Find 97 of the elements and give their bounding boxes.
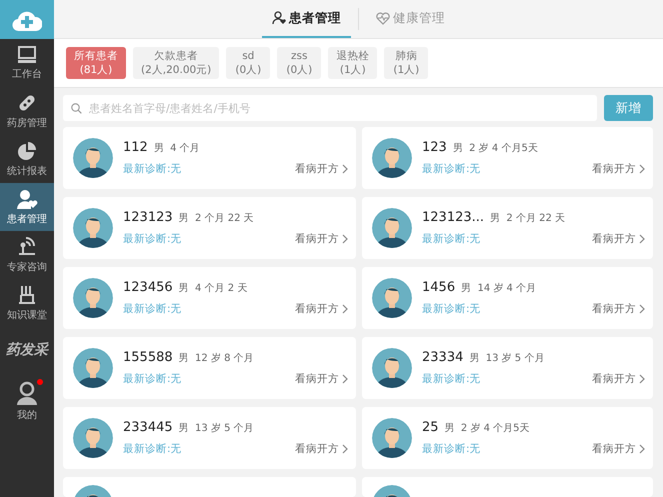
patient-name: 25	[422, 420, 439, 435]
patient-name: 112	[123, 140, 148, 155]
patient-card[interactable]: 123123 男 2 个月 22 天 最新诊断:无 看病开方	[63, 197, 356, 259]
patient-card[interactable]	[362, 477, 653, 497]
prescribe-link[interactable]: 看病开方	[295, 162, 348, 176]
search-field[interactable]: 患者姓名首字母/患者姓名/手机号	[63, 95, 597, 121]
patient-card[interactable]: 123456 男 4 个月 2 天 最新诊断:无 看病开方	[63, 267, 356, 329]
filter-chip[interactable]: 肺病 (1人)	[384, 47, 428, 80]
filter-chip[interactable]: 退热栓 (1人)	[328, 47, 378, 80]
avatar-icon	[73, 138, 113, 178]
patient-card[interactable]: 23334 男 13 岁 5 个月 最新诊断:无 看病开方	[362, 337, 653, 399]
patient-card[interactable]: 155588 男 12 岁 8 个月 最新诊断:无 看病开方	[63, 337, 356, 399]
filter-chip[interactable]: sd (0人)	[226, 47, 270, 80]
latest-diagnosis: 最新诊断:无	[123, 442, 182, 456]
patient-name: 233445	[123, 420, 173, 435]
person-heart-icon	[272, 11, 286, 26]
latest-diagnosis: 最新诊断:无	[123, 162, 182, 176]
chevron-right-icon	[639, 374, 645, 384]
latest-diagnosis: 最新诊断:无	[422, 232, 481, 246]
search-icon	[71, 102, 82, 114]
avatar-icon	[372, 138, 412, 178]
chevron-right-icon	[342, 444, 348, 454]
chevron-right-icon	[342, 304, 348, 314]
patient-name: 1456	[422, 280, 456, 295]
sidebar-item[interactable]: 药房管理	[0, 87, 54, 135]
sidebar-item[interactable]: 患者管理	[0, 183, 54, 231]
patient-info: 男 2 岁 4 个月5天	[444, 422, 530, 435]
latest-diagnosis: 最新诊断:无	[123, 232, 182, 246]
latest-diagnosis: 最新诊断:无	[422, 372, 481, 386]
latest-diagnosis: 最新诊断:无	[123, 372, 182, 386]
chevron-right-icon	[639, 444, 645, 454]
avatar-icon	[372, 278, 412, 318]
prescribe-link[interactable]: 看病开方	[295, 302, 348, 316]
patient-name: 123123	[123, 210, 173, 225]
monitor-icon	[17, 46, 37, 64]
patient-card[interactable]: 123123... 男 2 个月 22 天 最新诊断:无 看病开方	[362, 197, 653, 259]
patient-name: 155588	[123, 350, 173, 365]
avatar-icon	[372, 208, 412, 248]
patient-name: 123123...	[422, 210, 484, 225]
patient-info: 男 2 个月 22 天	[178, 212, 254, 225]
sidebar-item[interactable]: 统计报表	[0, 135, 54, 183]
prescribe-link[interactable]: 看病开方	[592, 162, 645, 176]
prescribe-link[interactable]: 看病开方	[592, 232, 645, 246]
avatar-icon	[73, 208, 113, 248]
patient-info: 男 13 岁 5 个月	[469, 352, 544, 365]
avatar-icon	[73, 278, 113, 318]
patient-card[interactable]: 112 男 4 个月 最新诊断:无 看病开方	[63, 127, 356, 189]
filter-chip[interactable]: 所有患者 (81人)	[66, 47, 126, 80]
chevron-right-icon	[342, 164, 348, 174]
user-icon	[16, 381, 38, 405]
chevron-right-icon	[342, 234, 348, 244]
brand-logo-text: 药发采	[6, 341, 48, 359]
patient-name: 123456	[123, 280, 173, 295]
latest-diagnosis: 最新诊断:无	[123, 302, 182, 316]
filter-chip[interactable]: zss (0人)	[277, 47, 322, 80]
patient-card[interactable]: 25 男 2 岁 4 个月5天 最新诊断:无 看病开方	[362, 407, 653, 469]
patient-name: 123	[422, 140, 447, 155]
easel-icon	[17, 284, 37, 304]
patient-card[interactable]: 1456 男 14 岁 4 个月 最新诊断:无 看病开方	[362, 267, 653, 329]
heart-pulse-icon	[376, 12, 390, 25]
patient-info: 男 13 岁 5 个月	[178, 422, 254, 435]
prescribe-link[interactable]: 看病开方	[592, 442, 645, 456]
avatar-icon	[73, 418, 113, 458]
patient-info: 男 14 岁 4 个月	[461, 282, 536, 295]
patient-card[interactable]	[63, 477, 356, 497]
patient-card[interactable]: 123 男 2 岁 4 个月5天 最新诊断:无 看病开方	[362, 127, 653, 189]
prescribe-link[interactable]: 看病开方	[295, 232, 348, 246]
pie-chart-icon	[17, 140, 37, 160]
prescribe-link[interactable]: 看病开方	[592, 372, 645, 386]
chevron-right-icon	[639, 234, 645, 244]
chevron-right-icon	[639, 304, 645, 314]
latest-diagnosis: 最新诊断:无	[422, 302, 481, 316]
patient-info: 男 4 个月 2 天	[178, 282, 248, 295]
chevron-right-icon	[639, 164, 645, 174]
prescribe-link[interactable]: 看病开方	[295, 372, 348, 386]
patient-info: 男 12 岁 8 个月	[178, 352, 254, 365]
search-input[interactable]: 患者姓名首字母/患者姓名/手机号	[87, 100, 589, 116]
chevron-right-icon	[342, 374, 348, 384]
sidebar-item[interactable]: 工作台	[0, 39, 54, 87]
sidebar-item[interactable]: 知识课堂	[0, 279, 54, 327]
avatar-icon	[73, 348, 113, 388]
patient-info: 男 2 个月 22 天	[490, 212, 566, 225]
patient-info: 男 4 个月	[154, 142, 200, 155]
patient-info: 男 2 岁 4 个月5天	[452, 142, 538, 155]
sidebar-item[interactable]: 我的	[0, 373, 54, 437]
patient-name: 23334	[422, 350, 464, 365]
latest-diagnosis: 最新诊断:无	[422, 442, 481, 456]
avatar-icon	[372, 418, 412, 458]
prescribe-link[interactable]: 看病开方	[592, 302, 645, 316]
patient-card[interactable]: 233445 男 13 岁 5 个月 最新诊断:无 看病开方	[63, 407, 356, 469]
person-heart-icon	[16, 188, 38, 208]
sidebar-item[interactable]: 专家咨询	[0, 231, 54, 279]
latest-diagnosis: 最新诊断:无	[422, 162, 481, 176]
avatar-icon	[372, 348, 412, 388]
antenna-icon	[17, 236, 37, 256]
prescribe-link[interactable]: 看病开方	[295, 442, 348, 456]
filter-chip[interactable]: 欠款患者 (2人,20.00元)	[133, 47, 220, 80]
